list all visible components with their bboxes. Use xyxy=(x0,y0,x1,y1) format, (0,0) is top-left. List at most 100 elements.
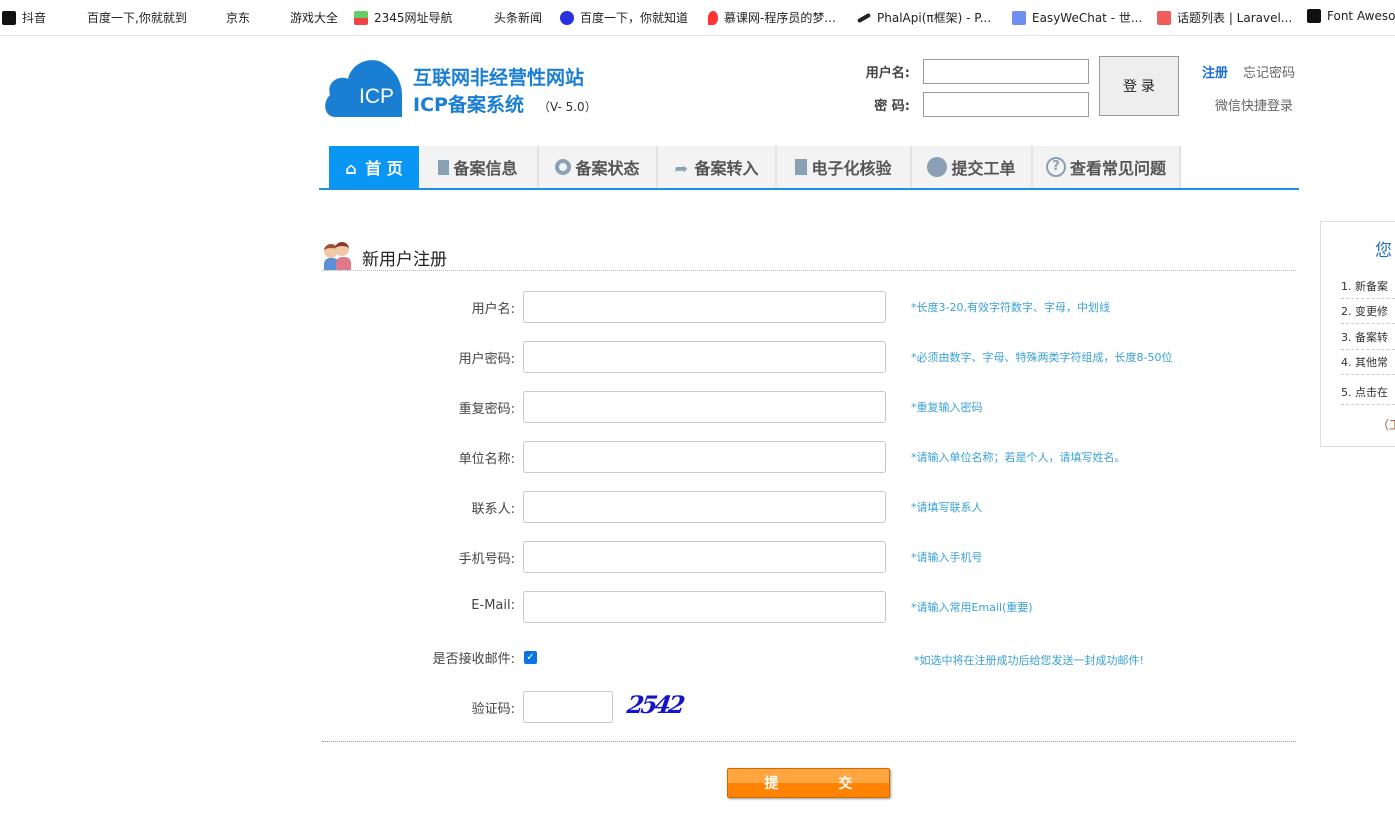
bookmarks-bar: 抖音 百度一下,你就就到 京东 游戏大全 2345网址导航 头条新闻 百度一下，… xyxy=(0,0,1395,36)
organization-hint: *请输入单位名称；若是个人，请填写姓名。 xyxy=(911,451,1126,464)
username-input[interactable] xyxy=(523,291,886,323)
bookmark-label: 百度一下,你就就到 xyxy=(87,11,187,25)
bookmark-phalapi[interactable]: PhalApi(π框架) - P... xyxy=(856,9,991,26)
house-2345-icon xyxy=(354,10,368,25)
tab-home[interactable]: ⌂ 首 页 xyxy=(329,146,419,188)
bookmark-laravel[interactable]: 话题列表 | Laravel... xyxy=(1157,9,1292,26)
tab-submit-ticket[interactable]: 提交工单 xyxy=(912,146,1033,188)
password-hint: *必须由数字、字母、特殊两类字符组成，长度8-50位 xyxy=(911,351,1173,364)
submit-button[interactable]: 提 交 xyxy=(727,768,890,798)
login-button[interactable]: 登 录 xyxy=(1099,56,1179,116)
tab-label: 备案信息 xyxy=(453,159,518,178)
bookmark-label: Font Awesome xyxy=(1327,9,1395,23)
tab-label: 备案转入 xyxy=(694,159,759,178)
notice-item[interactable]: 5. 点击在 xyxy=(1341,384,1395,405)
login-password-input[interactable] xyxy=(923,92,1089,117)
organization-input[interactable] xyxy=(523,441,886,473)
bookmark-imooc[interactable]: 慕课网-程序员的梦... xyxy=(708,9,836,26)
tab-record-status[interactable]: 备案状态 xyxy=(539,146,658,188)
logo-subtitle: ICP备案系统 （V- 5.0） xyxy=(413,90,597,117)
bookmark-baidu-2[interactable]: 百度一下，你就知道 xyxy=(560,9,688,26)
tab-e-verify[interactable]: 电子化核验 xyxy=(777,146,912,188)
notice-item[interactable]: 4. 其他常 xyxy=(1341,354,1395,375)
lifebuoy-icon xyxy=(555,159,572,175)
notice-title: 您 xyxy=(1375,241,1392,261)
baidu-paw-icon xyxy=(560,10,574,25)
document-icon xyxy=(438,159,450,175)
logo-badge: ICP xyxy=(359,85,395,108)
receive-email-hint: *如选中将在注册成功后给您发送一封成功邮件! xyxy=(914,654,1144,667)
laravel-icon xyxy=(1157,10,1171,25)
username-hint: *长度3-20,有效字符数字、字母，中划线 xyxy=(911,301,1110,314)
bookmark-baidu-1[interactable]: 百度一下,你就就到 xyxy=(87,9,187,26)
login-password-label: 密 码: xyxy=(874,99,910,114)
clipboard-icon xyxy=(795,159,808,175)
register-link[interactable]: 注册 xyxy=(1202,62,1228,81)
section-title: 新用户注册 xyxy=(362,250,447,270)
tab-record-transfer[interactable]: ➦ 备案转入 xyxy=(658,146,777,188)
bookmark-easywechat[interactable]: EasyWeChat - 世... xyxy=(1012,9,1142,26)
tab-label: 备案状态 xyxy=(575,159,640,178)
bookmark-label: 慕课网-程序员的梦... xyxy=(724,11,836,25)
bookmark-games[interactable]: 游戏大全 xyxy=(290,9,338,26)
phalapi-icon xyxy=(856,12,872,23)
section-header: 新用户注册 xyxy=(322,240,1296,271)
repeat-password-input[interactable] xyxy=(523,391,886,423)
bookmark-label: 百度一下，你就知道 xyxy=(580,11,689,25)
login-username-input[interactable] xyxy=(923,59,1089,84)
tab-label: 电子化核验 xyxy=(811,159,892,178)
tab-faq[interactable]: ? 查看常见问题 xyxy=(1033,146,1181,188)
bookmark-label: 游戏大全 xyxy=(290,11,339,25)
username-label: 用户名: xyxy=(471,302,515,317)
divider xyxy=(322,741,1296,742)
phone-input[interactable] xyxy=(523,541,886,573)
bookmark-fontawesome[interactable]: Font Awesome xyxy=(1307,9,1395,23)
tab-label: 首 页 xyxy=(365,159,403,178)
bookmark-douyin[interactable]: 抖音 xyxy=(2,9,46,26)
captcha-input[interactable] xyxy=(523,691,613,723)
login-username-label: 用户名: xyxy=(865,66,910,81)
user-icon xyxy=(927,157,948,177)
password-label: 用户密码: xyxy=(458,352,515,367)
captcha-image[interactable]: 2542 xyxy=(625,690,700,724)
notice-item[interactable]: 2. 变更修 xyxy=(1341,303,1395,324)
forgot-password-link[interactable]: 忘记密码 xyxy=(1243,62,1295,81)
receive-email-label: 是否接收邮件: xyxy=(432,652,515,667)
bookmark-label: 京东 xyxy=(226,11,251,25)
bookmark-label: 话题列表 | Laravel... xyxy=(1177,11,1293,25)
tab-record-info[interactable]: 备案信息 xyxy=(419,146,539,188)
phone-hint: *请输入手机号 xyxy=(911,551,983,564)
share-arrow-icon: ➦ xyxy=(674,159,688,178)
contact-hint: *请填写联系人 xyxy=(911,501,983,514)
contact-label: 联系人: xyxy=(471,502,515,517)
tiktok-icon xyxy=(2,10,16,25)
receive-email-checkbox[interactable]: ✓ xyxy=(524,651,537,664)
question-icon: ? xyxy=(1045,157,1066,177)
bookmark-label: EasyWeChat - 世... xyxy=(1032,11,1143,25)
email-hint: *请输入常用Email(重要) xyxy=(911,601,1033,614)
tab-label: 查看常见问题 xyxy=(1069,159,1166,178)
bookmark-toutiao[interactable]: 头条新闻 xyxy=(494,9,542,26)
bookmark-label: 抖音 xyxy=(22,11,47,25)
email-label: E-Mail: xyxy=(471,598,515,613)
notice-item[interactable]: 3. 备案转 xyxy=(1341,329,1395,350)
contact-input[interactable] xyxy=(523,491,886,523)
bookmark-2345[interactable]: 2345网址导航 xyxy=(354,9,453,26)
users-icon xyxy=(324,242,352,270)
logo-system-name: ICP备案系统 xyxy=(413,94,524,116)
bookmark-jd[interactable]: 京东 xyxy=(226,9,250,26)
password-input[interactable] xyxy=(523,341,886,373)
logo-title: 互联网非经营性网站 xyxy=(413,67,585,89)
notice-item[interactable]: 1. 新备案 xyxy=(1341,278,1395,299)
repeat-password-label: 重复密码: xyxy=(458,402,515,417)
flag-icon xyxy=(1307,9,1321,23)
logo-version: （V- 5.0） xyxy=(537,100,597,114)
flame-icon xyxy=(708,10,718,25)
tab-label: 提交工单 xyxy=(951,159,1016,178)
phone-label: 手机号码: xyxy=(458,552,515,567)
email-input[interactable] xyxy=(523,591,886,623)
wechat-login-link[interactable]: 微信快捷登录 xyxy=(1215,95,1293,114)
main-nav: ⌂ 首 页 备案信息 备案状态 ➦ 备案转入 电子化核验 提交工单 ? 查看常见问题 xyxy=(319,146,1299,190)
captcha-label: 验证码: xyxy=(471,702,515,717)
home-icon: ⌂ xyxy=(345,159,357,178)
